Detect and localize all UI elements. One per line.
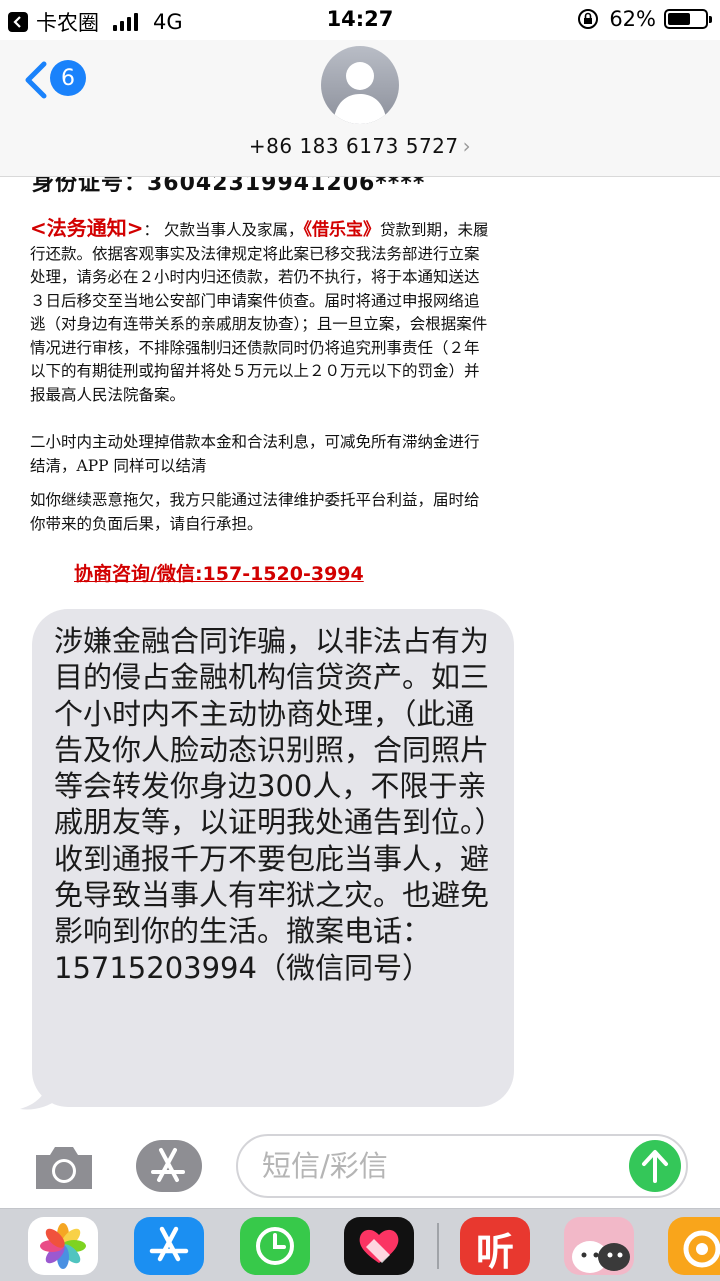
message-input[interactable]: 短信/彩信	[236, 1134, 688, 1198]
clock-app-icon[interactable]	[240, 1217, 310, 1275]
compose-bar: 短信/彩信	[0, 1128, 720, 1208]
camera-icon[interactable]	[32, 1143, 96, 1193]
rotation-lock-icon	[578, 9, 599, 29]
send-button[interactable]	[629, 1140, 681, 1192]
notice-intro: 欠款当事人及家属，	[163, 221, 304, 239]
app-store-button[interactable]	[136, 1140, 202, 1192]
message-input-placeholder: 短信/彩信	[262, 1149, 388, 1183]
contact-avatar[interactable]	[321, 46, 399, 124]
battery-icon	[664, 9, 712, 29]
ting-app-label: 听	[475, 1230, 514, 1274]
chevron-right-icon: ›	[462, 134, 472, 158]
notice-title: <法务通知>	[30, 216, 144, 240]
incoming-message-bubble[interactable]: 涉嫌金融合同诈骗，以非法占有为目的侵占金融机构信贷资产。如三个小时内不主动协商处…	[32, 609, 514, 1107]
id-number-line: 身份证号：36042319941206****	[32, 177, 426, 196]
notice-colon: ：	[143, 221, 160, 239]
status-bar: 卡农圈 4G 14:27 62%	[0, 0, 720, 40]
platform-name: 《借乐宝》	[303, 220, 380, 240]
message-thread[interactable]: 身份证号：36042319941206**** <法务通知>： 欠款当事人及家属…	[0, 177, 720, 1127]
app-drawer: 听	[0, 1208, 720, 1281]
unread-count-badge[interactable]: 6	[50, 60, 86, 96]
notice-paragraph-3: 如你继续恶意拖欠，我方只能通过法律维护委托平台利益，届时给你带来的负面后果，请自…	[30, 491, 480, 533]
drawer-divider	[437, 1223, 439, 1269]
app-store-icon	[151, 1148, 185, 1182]
notice-contact: 协商咨询/微信:157-1520-3994	[74, 563, 364, 585]
photos-app-icon[interactable]	[28, 1217, 98, 1275]
arrow-up-icon	[642, 1150, 668, 1183]
contact-number-row[interactable]: +86 183 6173 5727 ›	[0, 134, 720, 158]
app-store-app-icon[interactable]	[134, 1217, 204, 1275]
health-app-icon[interactable]	[344, 1217, 414, 1275]
notice-paragraph-2: 二小时内主动处理掉借款本金和合法利息，可减免所有滞纳金进行结清，APP 同样可以…	[30, 433, 480, 475]
uc-browser-app-icon[interactable]	[668, 1217, 720, 1275]
contact-phone-number: +86 183 6173 5727	[248, 134, 459, 158]
person-silhouette-icon	[333, 62, 387, 124]
back-chevron-icon[interactable]	[22, 60, 50, 100]
legal-notice-image[interactable]: 身份证号：36042319941206**** <法务通知>： 欠款当事人及家属…	[30, 177, 490, 597]
notice-body: 贷款到期，未履行还款。依据客观事实及法律规定将此案已移交我法务部进行立案处理，请…	[30, 221, 489, 404]
cat-sticker-app-icon[interactable]	[564, 1217, 634, 1275]
battery-percent: 62%	[609, 7, 656, 31]
notice-paragraph-1: <法务通知>： 欠款当事人及家属，《借乐宝》贷款到期，未履行还款。依据客观事实及…	[30, 216, 490, 407]
conversation-header: 6 +86 183 6173 5727 ›	[0, 40, 720, 177]
ting-app-icon[interactable]: 听	[460, 1217, 530, 1275]
